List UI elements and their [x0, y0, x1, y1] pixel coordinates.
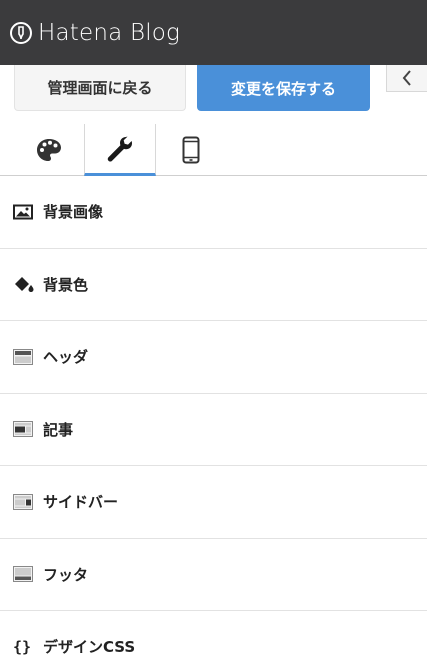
back-to-admin-button[interactable]: 管理画面に戻る — [14, 65, 186, 111]
tab-design-theme[interactable] — [13, 124, 85, 176]
customize-menu: 背景画像 背景色 ヘッダ 記事 サイドバー フッタ {} デザインCSS — [0, 176, 427, 672]
customize-tabs — [0, 124, 427, 176]
menu-item-label: デザインCSS — [43, 638, 136, 657]
menu-item-design-css[interactable]: {} デザインCSS — [0, 611, 427, 672]
layout-article-icon — [13, 420, 35, 438]
layout-sidebar-icon — [13, 493, 35, 511]
menu-item-label: ヘッダ — [43, 348, 89, 367]
hatena-logo-icon — [10, 21, 32, 44]
top-bar: Hatena Blog — [0, 0, 427, 65]
menu-item-sidebar[interactable]: サイドバー — [0, 466, 427, 539]
layout-header-icon — [13, 348, 35, 366]
paint-bucket-icon — [13, 275, 35, 293]
menu-item-background-color[interactable]: 背景色 — [0, 249, 427, 321]
brand-name: Hatena Blog — [38, 19, 181, 46]
menu-item-article[interactable]: 記事 — [0, 394, 427, 466]
image-icon — [13, 203, 35, 221]
chevron-left-icon — [402, 70, 411, 86]
save-changes-button[interactable]: 変更を保存する — [197, 65, 370, 111]
toolbar: 管理画面に戻る 変更を保存する — [0, 65, 427, 119]
wrench-icon — [107, 136, 132, 162]
tab-customize[interactable] — [84, 124, 156, 176]
tab-smartphone[interactable] — [155, 124, 227, 176]
layout-footer-icon — [13, 565, 35, 583]
smartphone-icon — [182, 136, 200, 164]
menu-item-footer[interactable]: フッタ — [0, 539, 427, 611]
menu-item-header[interactable]: ヘッダ — [0, 321, 427, 394]
menu-item-label: フッタ — [43, 565, 89, 584]
menu-item-label: 背景画像 — [43, 203, 104, 222]
menu-item-label: サイドバー — [43, 493, 119, 512]
collapse-panel-button[interactable] — [386, 65, 427, 92]
menu-item-label: 記事 — [43, 420, 74, 439]
menu-item-background-image[interactable]: 背景画像 — [0, 176, 427, 249]
menu-item-label: 背景色 — [43, 275, 89, 294]
palette-icon — [37, 139, 61, 161]
braces-icon: {} — [13, 637, 32, 656]
